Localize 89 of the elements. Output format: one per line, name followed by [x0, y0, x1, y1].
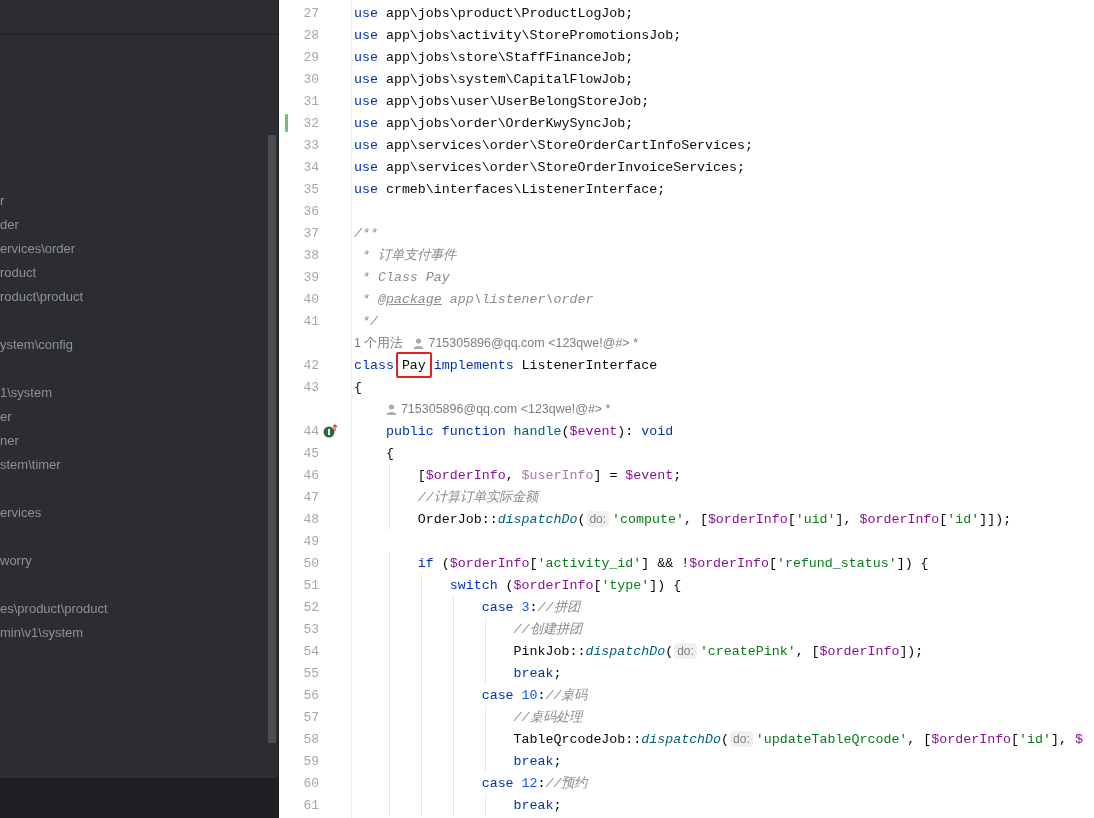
- line-number: 54: [303, 643, 319, 659]
- tree-item[interactable]: es\product\product: [0, 597, 108, 621]
- line-number: 47: [303, 489, 319, 505]
- tree-item[interactable]: min\v1\system: [0, 621, 84, 645]
- code-line: case 10://桌码: [480, 687, 588, 704]
- code-line: //桌码处理: [512, 709, 582, 726]
- line-number: 43: [303, 379, 319, 395]
- code-line: use crmeb\interfaces\ListenerInterface;: [354, 181, 666, 197]
- line-number: 31: [303, 93, 319, 109]
- implementation-icon[interactable]: [323, 424, 339, 438]
- code-line: case 12://预约: [480, 775, 588, 792]
- code-line: switch ($orderInfo['type']) {: [448, 577, 682, 593]
- tree-item[interactable]: roduct: [0, 261, 37, 285]
- code-line: PinkJob::dispatchDo( do: 'createPink', [$orderInfo]);: [512, 643, 924, 659]
- code-line: case 3://拼团: [480, 599, 580, 616]
- code-line: */: [360, 313, 378, 329]
- code-line: use app\jobs\activity\StorePromotionsJob;: [354, 27, 682, 43]
- line-number: 60: [303, 775, 319, 791]
- code-line: OrderJob::dispatchDo( do: 'compute', [$orderInfo['uid'], $orderInfo['id']]);: [416, 511, 1012, 527]
- line-number: 57: [303, 709, 319, 725]
- line-number: 34: [303, 159, 319, 175]
- code-line: {: [354, 379, 362, 395]
- line-number: 42: [303, 357, 319, 373]
- code-line: break;: [512, 753, 562, 769]
- scrollbar[interactable]: [268, 135, 276, 743]
- code-line: //创建拼团: [512, 621, 582, 638]
- code-line: [$orderInfo, $userInfo] = $event;: [416, 467, 682, 483]
- line-number: 55: [303, 665, 319, 681]
- tree-item[interactable]: der: [0, 213, 19, 237]
- code-line: use app\services\order\StoreOrderCartInfoServices;: [354, 137, 753, 153]
- line-number: 53: [303, 621, 319, 637]
- tree-item[interactable]: ervices\order: [0, 237, 76, 261]
- user-icon: [413, 337, 425, 349]
- code-line: use app\jobs\order\OrderKwySyncJob;: [354, 115, 634, 131]
- tree-item[interactable]: ner: [0, 429, 19, 453]
- line-number: 48: [303, 511, 319, 527]
- line-number: 38: [303, 247, 319, 263]
- line-number: 35: [303, 181, 319, 197]
- code-line: use app\jobs\system\CapitalFlowJob;: [354, 71, 634, 87]
- user-icon: [385, 403, 397, 415]
- line-number: 45: [303, 445, 319, 461]
- code-line: class Pay implements ListenerInterface: [354, 357, 658, 373]
- line-number: 61: [303, 797, 319, 813]
- line-number: 29: [303, 49, 319, 65]
- author-hint[interactable]: 715305896@qq.com <123qwe!@#> *: [428, 336, 638, 350]
- code-line: TableQrcodeJob::dispatchDo( do: 'updateTableQrcode', [$orderInfo['id'], $: [512, 731, 1083, 747]
- tree-item[interactable]: ystem\config: [0, 333, 73, 357]
- line-number: 36: [303, 203, 319, 219]
- usages-hint[interactable]: 1 个用法: [354, 334, 404, 352]
- line-number: 39: [303, 269, 319, 285]
- code-line: {: [384, 445, 394, 461]
- line-number: 28: [303, 27, 319, 43]
- code-line: use app\jobs\user\UserBelongStoreJob;: [354, 93, 650, 109]
- line-number: 56: [303, 687, 319, 703]
- code-line: break;: [512, 797, 562, 813]
- code-line: public function handle($event): void: [384, 423, 674, 439]
- code-line: use app\services\order\StoreOrderInvoiceServices;: [354, 159, 745, 175]
- line-number: 58: [303, 731, 319, 747]
- line-number: 27: [303, 5, 319, 21]
- line-number: 52: [303, 599, 319, 615]
- tree-item[interactable]: worry: [0, 549, 32, 573]
- tree-item[interactable]: stem\timer: [0, 453, 61, 477]
- line-number: 33: [303, 137, 319, 153]
- line-number: 40: [303, 291, 319, 307]
- line-number: 49: [303, 533, 319, 549]
- line-number: 37: [303, 225, 319, 241]
- code-line: if ($orderInfo['activity_id'] && !$orderInfo['refund_status']) {: [416, 555, 929, 571]
- code-line: use app\jobs\store\StaffFinanceJob;: [354, 49, 634, 65]
- code-line: /**: [354, 225, 378, 241]
- line-number: 30: [303, 71, 319, 87]
- line-number: 50: [303, 555, 319, 571]
- tree-item[interactable]: r: [0, 189, 5, 213]
- tree-item[interactable]: roduct\product: [0, 285, 84, 309]
- tree-item[interactable]: 1\system: [0, 381, 52, 405]
- code-line: * Class Pay: [360, 269, 450, 285]
- code-line: //计算订单实际金额: [416, 489, 538, 506]
- tree-item[interactable]: ervices: [0, 501, 42, 525]
- tree-item[interactable]: er: [0, 405, 12, 429]
- code-line: * 订单支付事件: [360, 247, 456, 264]
- line-number: 32: [303, 115, 319, 131]
- line-number: 44: [303, 423, 319, 439]
- code-line: use app\jobs\product\ProductLogJob;: [354, 5, 634, 21]
- line-number: 51: [303, 577, 319, 593]
- code-line: * @package app\listener\order: [360, 291, 594, 307]
- line-number: 59: [303, 753, 319, 769]
- author-hint[interactable]: 715305896@qq.com <123qwe!@#> *: [400, 402, 611, 416]
- code-line: break;: [512, 665, 562, 681]
- line-number: 41: [303, 313, 319, 329]
- line-number: 46: [303, 467, 319, 483]
